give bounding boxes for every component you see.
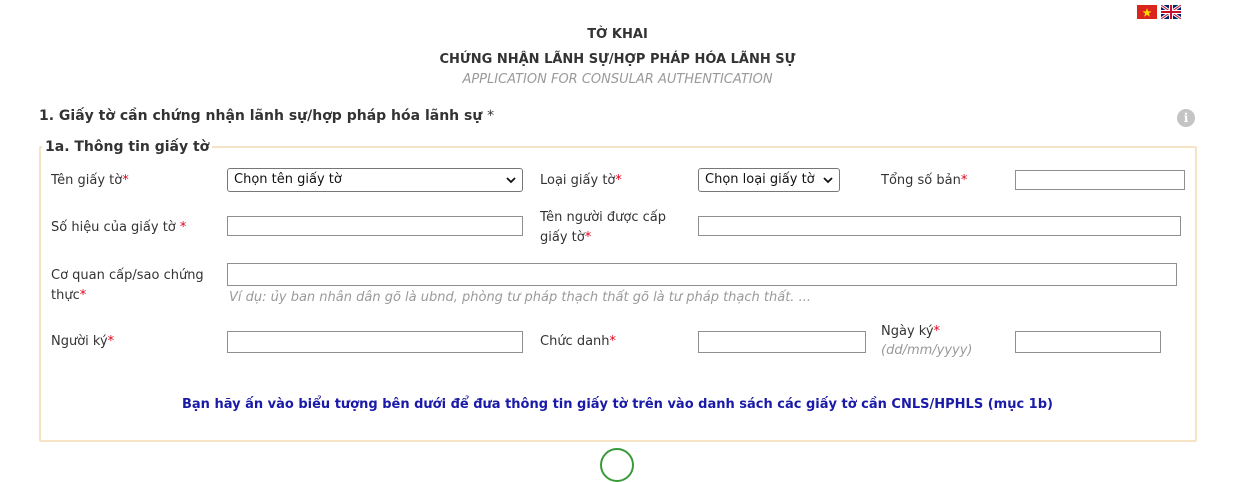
position-input[interactable] [698,331,866,353]
sign-date-input[interactable] [1015,331,1161,353]
signer-label-text: Người ký [51,334,108,349]
doc-number-label-text: Số hiệu của giấy tờ [51,220,180,235]
language-switcher [1137,5,1181,19]
issuer-label: Cơ quan cấp/sao chứng thực* [51,266,221,306]
page-subtitle-en: APPLICATION FOR CONSULAR AUTHENTICATION [462,72,773,87]
section-1a-legend: 1a. Thông tin giấy tờ [42,139,213,155]
doc-name-label: Tên giấy tờ* [51,171,129,191]
sign-date-label-text: Ngày ký [881,324,934,339]
doc-name-select[interactable]: Chọn tên giấy tờ [227,168,523,192]
position-label-text: Chức danh [540,334,610,349]
issued-to-label: Tên người được cấp giấy tờ* [540,208,690,248]
doc-type-label: Loại giấy tờ* [540,171,622,191]
page-title: TỜ KHAI [587,27,648,42]
issued-to-label-text: Tên người được cấp giấy tờ [540,210,667,245]
required-mark: * [487,108,495,124]
copies-input[interactable] [1015,170,1185,190]
required-mark: * [79,288,87,303]
required-mark: * [122,173,129,188]
add-document-icon[interactable] [600,448,634,482]
info-icon[interactable]: i [1177,109,1195,127]
required-mark: * [107,334,115,349]
issuer-label-text: Cơ quan cấp/sao chứng thực [51,268,204,303]
copies-label-text: Tổng số bản [881,173,961,188]
doc-type-select[interactable]: Chọn loại giấy tờ [698,168,840,192]
position-label: Chức danh* [540,332,616,352]
issued-to-input[interactable] [698,216,1181,236]
section-1-title: 1. Giấy tờ cần chứng nhận lãnh sự/hợp ph… [39,108,494,124]
required-mark: * [960,173,968,188]
page-subtitle: CHỨNG NHẬN LÃNH SỰ/HỢP PHÁP HÓA LÃNH SỰ [439,52,796,67]
section-1-title-text: 1. Giấy tờ cần chứng nhận lãnh sự/hợp ph… [39,108,483,124]
required-mark: * [933,324,941,339]
uk-flag-icon[interactable] [1161,5,1181,19]
doc-number-label: Số hiệu của giấy tờ * [51,218,186,238]
required-mark: * [179,220,187,235]
required-mark: * [609,334,617,349]
chevron-down-icon [823,177,833,184]
doc-name-select-value: Chọn tên giấy tờ [234,172,342,187]
chevron-down-icon [506,177,516,184]
required-mark: * [615,173,622,188]
add-to-list-notice: Bạn hãy ấn vào biểu tượng bên dưới để đư… [182,397,1053,412]
doc-type-select-value: Chọn loại giấy tờ [705,172,815,187]
vietnam-flag-icon[interactable] [1137,5,1157,19]
signer-input[interactable] [227,331,523,353]
sign-date-hint: (dd/mm/yyyy) [881,343,973,358]
issuer-input[interactable] [227,263,1177,286]
signer-label: Người ký* [51,332,114,352]
copies-label: Tổng số bản* [881,171,967,191]
issuer-hint: Ví dụ: ủy ban nhân dân gõ là ubnd, phòng… [229,290,811,305]
doc-number-input[interactable] [227,216,523,236]
required-mark: * [584,230,592,245]
doc-name-label-text: Tên giấy tờ [51,173,123,188]
doc-type-label-text: Loại giấy tờ [540,173,616,188]
sign-date-label: Ngày ký* [881,322,940,342]
